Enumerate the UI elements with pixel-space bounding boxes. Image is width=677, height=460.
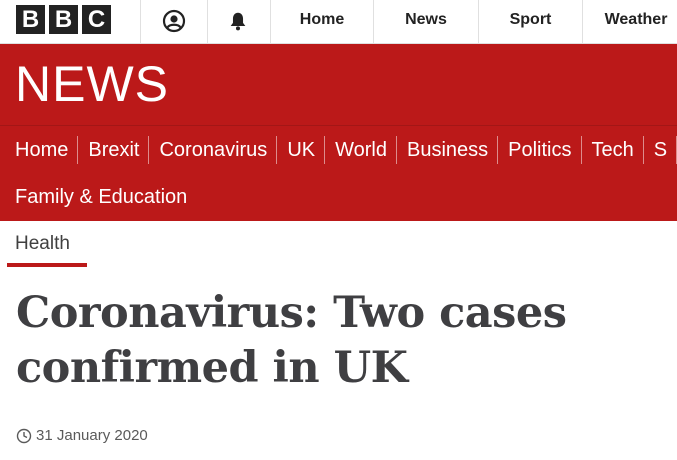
section-nav-home[interactable]: Home bbox=[0, 136, 79, 164]
active-subsection-indicator bbox=[7, 263, 87, 267]
section-navigation: Home Brexit Coronavirus UK World Busines… bbox=[0, 126, 677, 221]
section-nav-science[interactable]: S bbox=[644, 136, 677, 164]
section-nav-coronavirus[interactable]: Coronavirus bbox=[149, 136, 278, 164]
global-navigation-bar: B B C Home News Sport Weather bbox=[0, 0, 677, 44]
bbc-logo-letter: C bbox=[82, 5, 111, 34]
global-nav-news[interactable]: News bbox=[374, 0, 478, 44]
bbc-logo-letter: B bbox=[49, 5, 78, 34]
section-nav-politics[interactable]: Politics bbox=[498, 136, 582, 164]
article-date: 31 January 2020 bbox=[36, 427, 148, 444]
article-dateline: 31 January 2020 bbox=[16, 427, 148, 444]
subsection-bar: Health bbox=[0, 221, 677, 271]
section-nav-brexit[interactable]: Brexit bbox=[78, 136, 150, 164]
nav-divider bbox=[140, 0, 141, 44]
subsection-health-link[interactable]: Health bbox=[15, 233, 70, 255]
section-nav-uk[interactable]: UK bbox=[277, 136, 326, 164]
article-headline: Coronavirus: Two cases confirmed in UK bbox=[16, 288, 567, 393]
news-masthead: NEWS bbox=[0, 44, 677, 126]
news-brand-title[interactable]: NEWS bbox=[15, 54, 169, 114]
section-nav-tech[interactable]: Tech bbox=[582, 136, 644, 164]
bbc-logo-letter: B bbox=[16, 5, 45, 34]
clock-icon bbox=[16, 428, 32, 443]
section-nav-family-education[interactable]: Family & Education bbox=[15, 183, 187, 211]
nav-divider bbox=[207, 0, 208, 44]
bbc-logo[interactable]: B B C bbox=[16, 5, 111, 34]
global-nav-home[interactable]: Home bbox=[271, 0, 373, 44]
account-icon[interactable] bbox=[161, 8, 187, 34]
section-nav-world[interactable]: World bbox=[325, 136, 397, 164]
global-nav-sport[interactable]: Sport bbox=[479, 0, 582, 44]
notifications-bell-icon[interactable] bbox=[225, 8, 251, 34]
global-nav-weather[interactable]: Weather bbox=[583, 0, 677, 44]
section-nav-business[interactable]: Business bbox=[397, 136, 499, 164]
